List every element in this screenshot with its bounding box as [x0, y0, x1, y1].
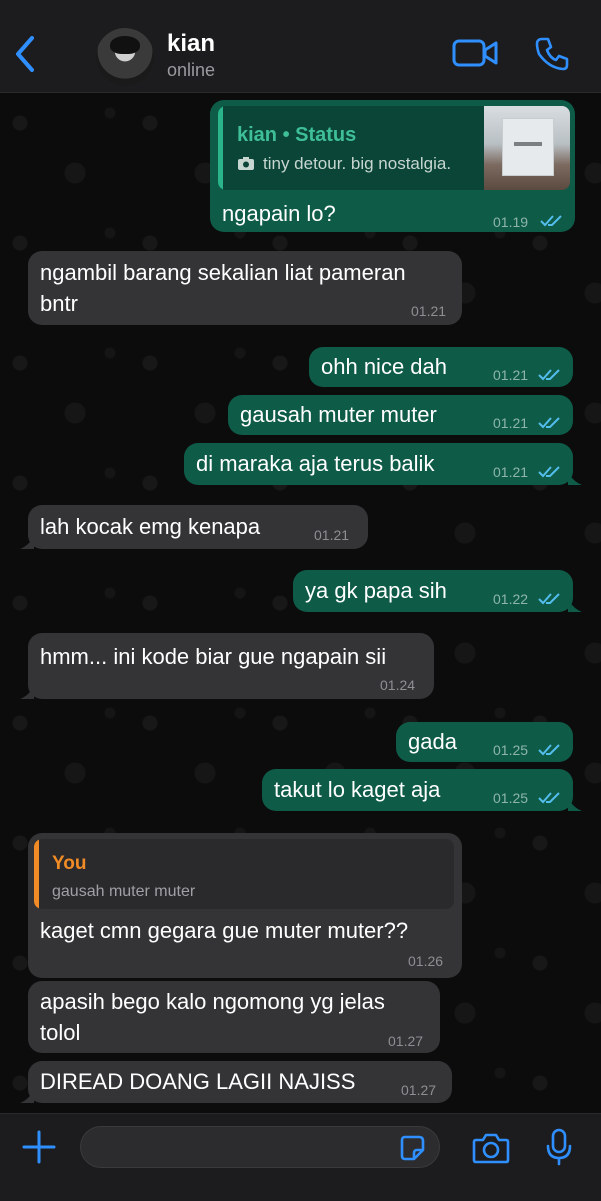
- message-outgoing[interactable]: takut lo kaget aja 01.25: [262, 769, 582, 811]
- message-text: hmm... ini kode biar gue ngapain sii: [40, 644, 387, 669]
- message-outgoing[interactable]: gada 01.25: [396, 722, 573, 762]
- double-check-icon: [538, 369, 560, 381]
- bubble-tail: [20, 685, 34, 699]
- quoted-message[interactable]: You gausah muter muter: [34, 839, 454, 909]
- bubble-tail: [20, 535, 34, 549]
- message-time: 01.19: [493, 214, 529, 230]
- contact-status: online: [167, 60, 216, 80]
- message-text: ngapain lo?: [222, 201, 336, 226]
- double-check-icon: [538, 466, 560, 478]
- message-text: di maraka aja terus balik: [196, 451, 435, 476]
- message-text: kaget cmn gegara gue muter muter??: [40, 918, 409, 943]
- message-time: 01.22: [493, 591, 529, 607]
- double-check-icon: [538, 744, 560, 756]
- message-outgoing[interactable]: kian • Status tiny detour. big nostalgia…: [210, 100, 575, 232]
- message-time: 01.27: [388, 1033, 424, 1049]
- message-incoming[interactable]: apasih bego kalo ngomong yg jelas tolol …: [28, 981, 440, 1053]
- message-text: tolol: [40, 1020, 81, 1045]
- message-incoming[interactable]: ngambil barang sekalian liat pameran bnt…: [28, 251, 462, 325]
- bubble-tail: [568, 471, 582, 485]
- quoted-status[interactable]: kian • Status tiny detour. big nostalgia…: [218, 106, 570, 190]
- message-input[interactable]: [80, 1126, 440, 1168]
- message-time: 01.25: [493, 742, 529, 758]
- bubble-tail: [568, 598, 582, 612]
- message-text: ohh nice dah: [321, 354, 447, 379]
- contact-name[interactable]: kian: [167, 30, 215, 58]
- avatar[interactable]: [96, 28, 154, 86]
- sticker-button[interactable]: [398, 1134, 426, 1162]
- back-button[interactable]: [10, 32, 42, 76]
- message-text: ya gk papa sih: [305, 578, 447, 603]
- message-time: 01.27: [401, 1082, 437, 1098]
- quoted-status-caption: tiny detour. big nostalgia.: [263, 154, 452, 173]
- chat-area[interactable]: kian • Status tiny detour. big nostalgia…: [0, 93, 601, 1113]
- camera-icon: [238, 157, 254, 170]
- message-time: 01.21: [493, 464, 529, 480]
- voice-call-button[interactable]: [534, 36, 570, 72]
- message-text: gausah muter muter: [240, 402, 437, 427]
- message-incoming[interactable]: hmm... ini kode biar gue ngapain sii 01.…: [20, 633, 434, 699]
- message-time: 01.21: [493, 367, 529, 383]
- double-check-icon: [540, 215, 562, 227]
- message-time: 01.21: [411, 303, 447, 319]
- double-check-icon: [538, 417, 560, 429]
- attach-plus-button[interactable]: [22, 1130, 56, 1164]
- message-outgoing[interactable]: ohh nice dah 01.21: [309, 347, 573, 387]
- camera-button[interactable]: [472, 1132, 510, 1164]
- message-time: 01.25: [493, 790, 529, 806]
- message-outgoing[interactable]: ya gk papa sih 01.22: [293, 570, 582, 612]
- message-time: 01.24: [380, 677, 416, 693]
- message-incoming[interactable]: You gausah muter muter kaget cmn gegara …: [28, 833, 462, 978]
- status-thumbnail: [484, 106, 570, 190]
- message-time: 01.21: [493, 415, 529, 431]
- double-check-icon: [538, 593, 560, 605]
- message-text: takut lo kaget aja: [274, 777, 441, 802]
- chat-header: kian online: [0, 0, 601, 93]
- message-outgoing[interactable]: di maraka aja terus balik 01.21: [184, 443, 582, 485]
- bubble-tail: [20, 1089, 34, 1103]
- message-incoming[interactable]: DIREAD DOANG LAGII NAJISS 01.27: [20, 1061, 452, 1103]
- message-outgoing[interactable]: gausah muter muter 01.21: [228, 395, 573, 435]
- message-text: gada: [408, 729, 457, 754]
- quoted-status-title: kian • Status: [237, 124, 357, 146]
- microphone-button[interactable]: [546, 1128, 572, 1166]
- quoted-message-text: gausah muter muter: [52, 883, 196, 900]
- quoted-message-author: You: [52, 853, 87, 874]
- video-call-button[interactable]: [452, 38, 498, 68]
- message-text: ngambil barang sekalian liat pameran: [40, 260, 406, 285]
- message-text: DIREAD DOANG LAGII NAJISS: [40, 1069, 356, 1094]
- message-time: 01.26: [408, 953, 444, 969]
- message-incoming[interactable]: lah kocak emg kenapa 01.21: [20, 505, 368, 549]
- message-input-bar: [0, 1113, 601, 1201]
- message-text: bntr: [40, 291, 78, 316]
- message-time: 01.21: [314, 527, 350, 543]
- bubble-tail: [568, 797, 582, 811]
- message-text: apasih bego kalo ngomong yg jelas: [40, 989, 385, 1014]
- double-check-icon: [538, 792, 560, 804]
- message-text: lah kocak emg kenapa: [40, 514, 261, 539]
